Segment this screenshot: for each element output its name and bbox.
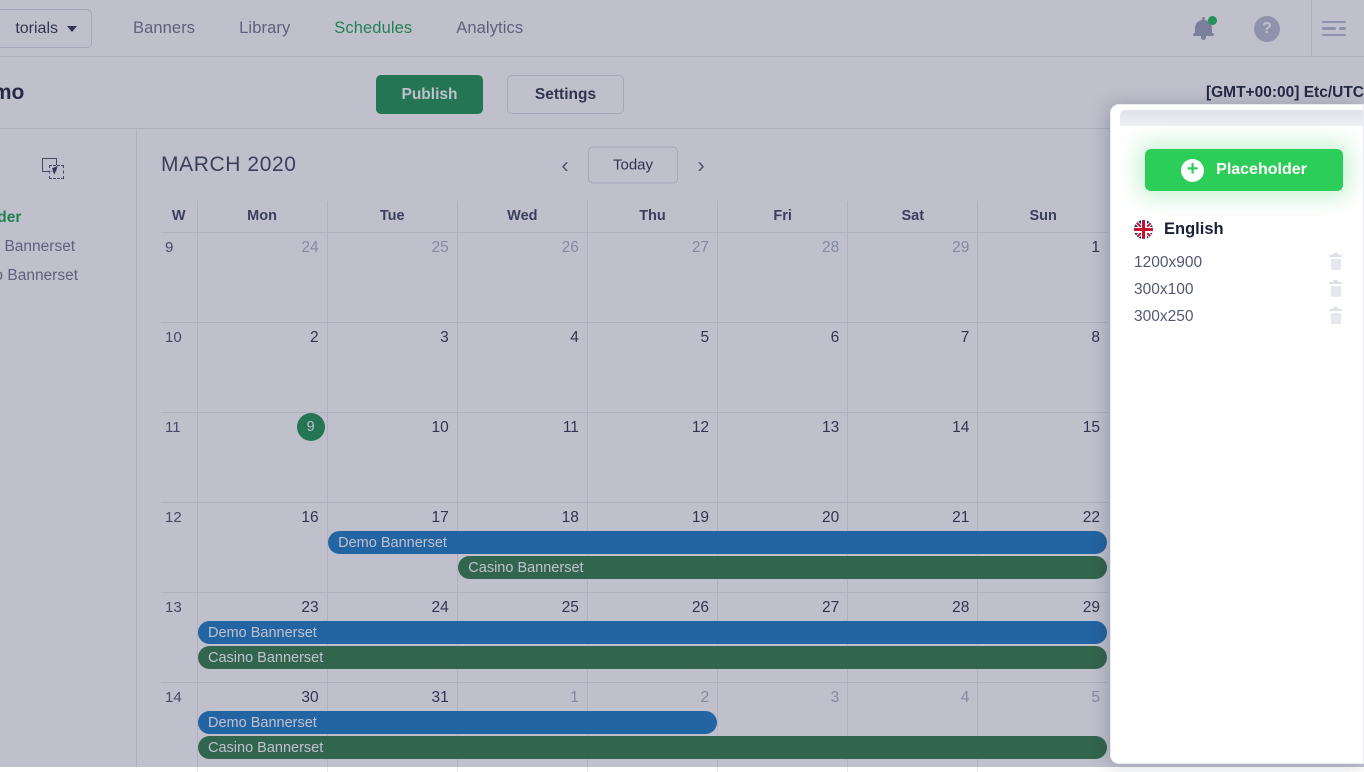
- trash-icon[interactable]: [1329, 282, 1342, 297]
- plus-icon: +: [1181, 159, 1204, 182]
- placeholder-size-row[interactable]: 300x250: [1134, 303, 1345, 330]
- language-label: English: [1164, 220, 1224, 239]
- trash-icon[interactable]: [1329, 309, 1342, 324]
- add-placeholder-label: Placeholder: [1216, 161, 1307, 179]
- placeholder-side-panel: + Placeholder English 1200x900 300x100 300…: [1110, 104, 1364, 764]
- placeholder-size-row[interactable]: 300x100: [1134, 276, 1345, 303]
- placeholder-size-label: 300x250: [1134, 308, 1193, 326]
- panel-content: + Placeholder English 1200x900 300x100 300…: [1120, 126, 1363, 755]
- panel-top-strip: [1120, 110, 1363, 126]
- placeholder-size-row[interactable]: 1200x900: [1134, 249, 1345, 276]
- placeholder-size-label: 300x100: [1134, 281, 1193, 299]
- uk-flag-icon: [1134, 220, 1153, 239]
- placeholder-size-label: 1200x900: [1134, 254, 1202, 272]
- trash-icon[interactable]: [1329, 255, 1342, 270]
- language-row[interactable]: English: [1134, 220, 1345, 239]
- add-placeholder-button[interactable]: + Placeholder: [1145, 149, 1343, 191]
- placeholder-size-list: 1200x900 300x100 300x250: [1134, 249, 1345, 330]
